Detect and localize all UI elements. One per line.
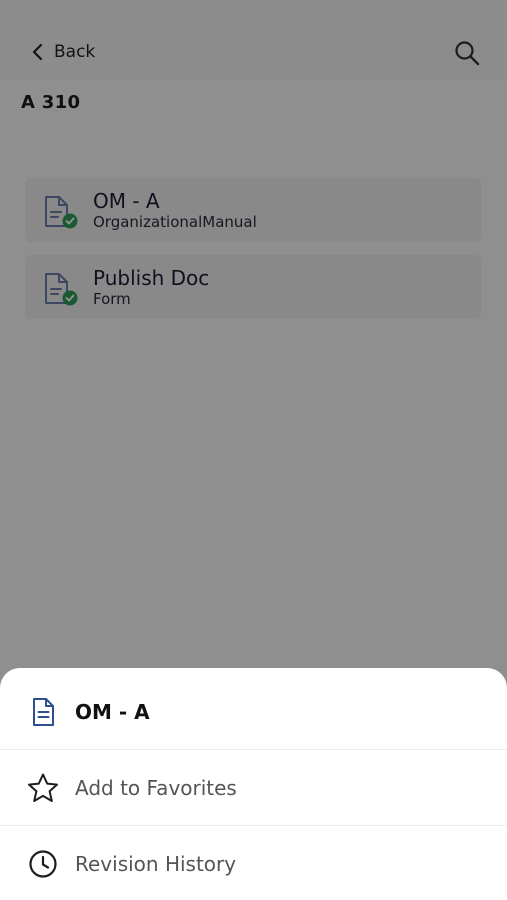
add-to-favorites-label: Add to Favorites [75, 775, 237, 800]
add-to-favorites-button[interactable]: Add to Favorites [0, 750, 507, 826]
clock-icon [29, 850, 57, 878]
sheet-title: OM - A [75, 699, 150, 724]
revision-history-button[interactable]: Revision History [0, 826, 507, 900]
document-icon [33, 697, 54, 726]
action-sheet: OM - A Add to Favorites Revision History [0, 668, 507, 900]
sheet-header: OM - A [0, 674, 507, 750]
revision-history-label: Revision History [75, 852, 237, 876]
star-icon [28, 773, 58, 802]
